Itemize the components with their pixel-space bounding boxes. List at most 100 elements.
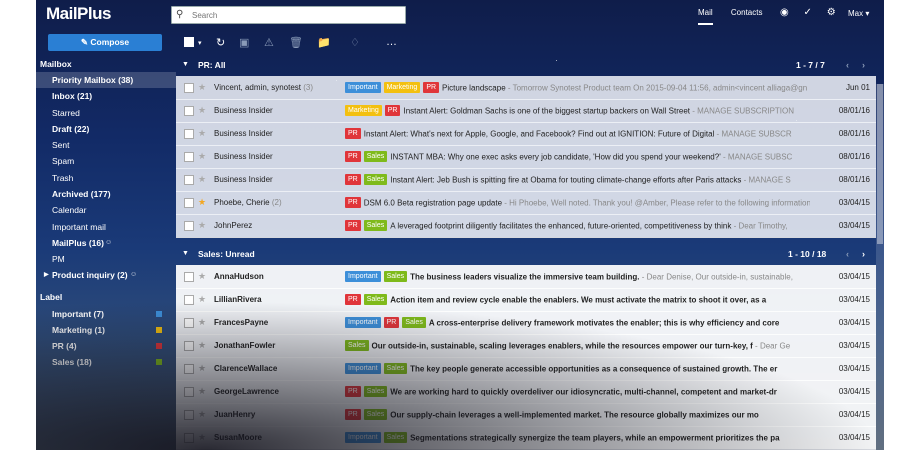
sidebar-label-marketing[interactable]: Marketing (1) — [36, 322, 176, 338]
sidebar-item-draft[interactable]: Draft (22) — [36, 121, 176, 137]
refresh-icon[interactable]: ↻ — [216, 36, 225, 49]
message-row[interactable]: ★ JuanHenry PR Sales Our supply-chain leve… — [176, 403, 876, 427]
search-input[interactable] — [190, 8, 399, 22]
star-icon[interactable]: ★ — [198, 76, 206, 99]
archive-icon[interactable]: ▣ — [239, 36, 249, 49]
check-circle-icon[interactable]: ✓ — [804, 7, 812, 18]
sidebar-item-starred[interactable]: Starred — [36, 105, 176, 121]
star-icon[interactable]: ★ — [198, 426, 206, 449]
star-icon[interactable]: ★ — [198, 288, 206, 311]
message-row[interactable]: ★ FrancesPayne Important PR Sales A cross-e… — [176, 311, 876, 335]
list-scrollbar[interactable] — [876, 84, 884, 450]
message-row[interactable]: ★ GeorgeLawrence PR Sales We are working h… — [176, 380, 876, 404]
label-tag-icon[interactable]: ♢ — [350, 36, 360, 49]
more-options-icon[interactable]: … — [386, 36, 397, 48]
nav-contacts[interactable]: Contacts — [731, 8, 763, 17]
sidebar-label-sales[interactable]: Sales (18) — [36, 354, 176, 370]
search-box[interactable]: ⚲ — [171, 6, 406, 24]
sidebar-item-important-mail[interactable]: Important mail — [36, 219, 176, 235]
message-row[interactable]: ★ Vincent, admin, synotest (3) Important… — [176, 76, 876, 100]
star-icon[interactable]: ★ — [198, 122, 206, 145]
row-checkbox[interactable] — [184, 410, 194, 420]
sidebar-item-product-inquiry[interactable]: ▶ Product inquiry (2) ☺ — [36, 267, 176, 283]
message-date: Jun 01 — [845, 83, 870, 92]
nav-mail[interactable]: Mail — [698, 8, 713, 25]
star-icon[interactable]: ★ — [198, 380, 206, 403]
message-row[interactable]: ★ Business Insider PR Sales Instant Alert:… — [176, 168, 876, 192]
row-checkbox[interactable] — [184, 295, 194, 305]
trash-icon[interactable]: 🗑 — [289, 36, 303, 49]
top-icons: ◉ ✓ ⚙ — [780, 7, 848, 18]
row-checkbox[interactable] — [184, 175, 194, 185]
collapse-caret-icon[interactable]: ▼ — [182, 55, 189, 75]
sidebar-item-calendar[interactable]: Calendar — [36, 202, 176, 218]
sidebar-item-mailplus[interactable]: MailPlus (16) ☺ — [36, 235, 176, 251]
sidebar-label-important[interactable]: Important (7) — [36, 306, 176, 322]
group-header-sales[interactable]: ▼ Sales: Unread 1 - 10 / 18 ‹ › — [176, 244, 876, 264]
chat-icon[interactable]: ◉ — [780, 7, 789, 18]
message-row[interactable]: ★ JonathanFowler Sales Our outside-in, su… — [176, 334, 876, 358]
sidebar-item-trash[interactable]: Trash — [36, 170, 176, 186]
chevron-down-icon[interactable]: ▾ — [198, 39, 202, 47]
row-checkbox[interactable] — [184, 364, 194, 374]
sidebar-item-label: Trash — [52, 173, 74, 183]
message-sender: SusanMoore — [214, 433, 263, 442]
select-all-checkbox[interactable] — [184, 37, 194, 47]
message-content: Important Sales The business leaders visua… — [345, 265, 810, 288]
move-to-folder-icon[interactable]: 📁 — [317, 36, 331, 49]
star-icon[interactable]: ★ — [198, 214, 206, 237]
star-icon[interactable]: ★ — [198, 168, 206, 191]
collapse-caret-icon[interactable]: ▼ — [182, 244, 189, 264]
compose-button[interactable]: ✎ Compose — [48, 34, 162, 51]
message-row[interactable]: ★ Business Insider PR Instant Alert: What… — [176, 122, 876, 146]
star-icon[interactable]: ★ — [198, 99, 206, 122]
sidebar-item-archived[interactable]: Archived (177) — [36, 186, 176, 202]
prev-page-icon[interactable]: ‹ — [846, 244, 849, 264]
prev-page-icon[interactable]: ‹ — [846, 55, 849, 75]
user-menu[interactable]: Max ▾ — [848, 9, 869, 18]
star-icon[interactable]: ★ — [198, 311, 206, 334]
star-icon[interactable]: ★ — [198, 403, 206, 426]
row-checkbox[interactable] — [184, 318, 194, 328]
star-icon[interactable]: ★ — [198, 265, 206, 288]
row-checkbox[interactable] — [184, 198, 194, 208]
sidebar-item-pm[interactable]: PM — [36, 251, 176, 267]
star-icon[interactable]: ★ — [198, 334, 206, 357]
message-row[interactable]: ★ ClarenceWallace Important Sales The key … — [176, 357, 876, 381]
message-row[interactable]: ★ JohnPerez PR Sales A leveraged footprint… — [176, 214, 876, 238]
next-page-icon[interactable]: › — [862, 55, 865, 75]
star-icon[interactable]: ★ — [198, 145, 206, 168]
row-checkbox[interactable] — [184, 106, 194, 116]
sidebar-item-sent[interactable]: Sent — [36, 137, 176, 153]
message-date: 03/04/15 — [838, 410, 870, 419]
row-checkbox[interactable] — [184, 152, 194, 162]
scrollbar-thumb[interactable] — [877, 84, 883, 244]
sidebar-item-priority-mailbox[interactable]: Priority Mailbox (38) — [36, 72, 176, 88]
row-checkbox[interactable] — [184, 341, 194, 351]
sidebar-label-pr[interactable]: PR (4) — [36, 338, 176, 354]
message-row[interactable]: ★ SusanMoore Important Sales Segmentations… — [176, 426, 876, 450]
message-row[interactable]: ★ LillianRivera PR Sales Action item and r… — [176, 288, 876, 312]
row-checkbox[interactable] — [184, 129, 194, 139]
star-icon[interactable]: ★ — [198, 191, 206, 214]
row-checkbox[interactable] — [184, 83, 194, 93]
sidebar-item-spam[interactable]: Spam — [36, 153, 176, 169]
row-checkbox[interactable] — [184, 272, 194, 282]
group-header-pr[interactable]: ▼ PR: All 1 - 7 / 7 ‹ › — [176, 55, 876, 75]
row-checkbox[interactable] — [184, 221, 194, 231]
spam-icon[interactable]: ⚠ — [264, 36, 274, 49]
star-icon[interactable]: ★ — [198, 357, 206, 380]
sidebar-item-inbox[interactable]: Inbox (21) — [36, 88, 176, 104]
chevron-right-icon[interactable]: ▶ — [44, 267, 49, 283]
message-row[interactable]: ★ Business Insider Marketing PR Instant Al… — [176, 99, 876, 123]
message-row[interactable]: ★ Phoebe, Cherie (2) PR DSM 6.0 Beta regi… — [176, 191, 876, 215]
message-subject: Action item and review cycle enable the … — [390, 295, 767, 305]
next-page-icon[interactable]: › — [862, 244, 865, 264]
row-checkbox[interactable] — [184, 433, 194, 443]
tag-pr: PR — [345, 294, 361, 306]
row-checkbox[interactable] — [184, 387, 194, 397]
group-range: 1 - 10 / 18 — [788, 249, 827, 259]
gear-icon[interactable]: ⚙ — [827, 7, 836, 18]
message-row[interactable]: ★ AnnaHudson Important Sales The business … — [176, 265, 876, 289]
message-row[interactable]: ★ Business Insider PR Sales INSTANT MBA: W… — [176, 145, 876, 169]
